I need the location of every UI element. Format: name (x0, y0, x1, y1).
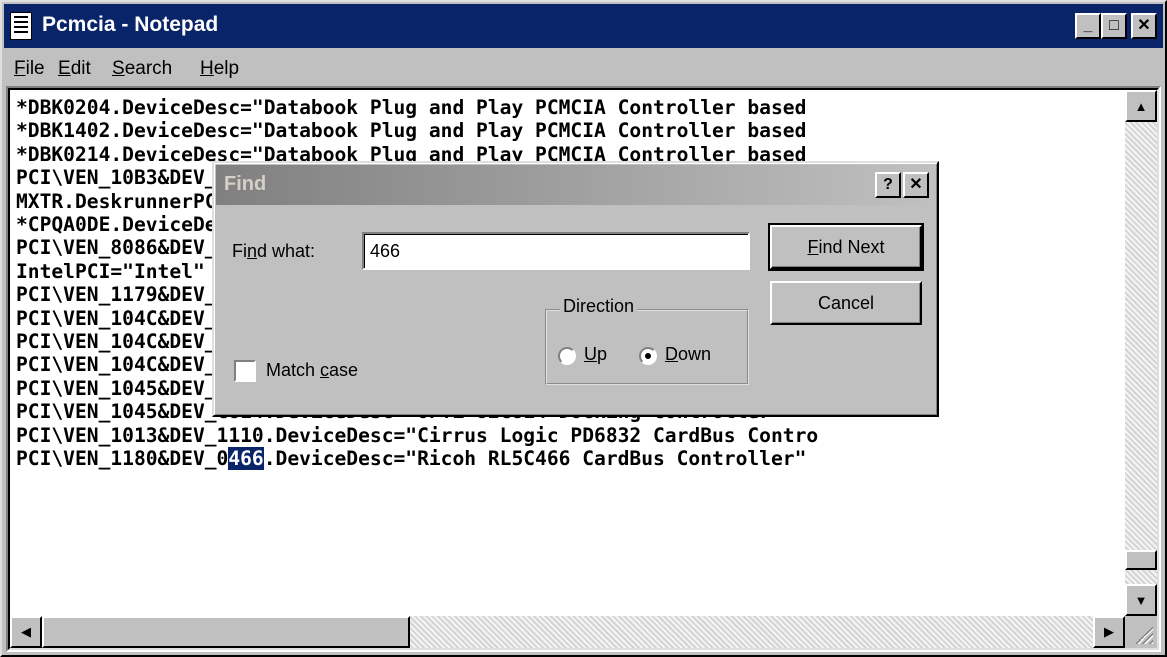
arrow-left-icon: ◀ (21, 624, 31, 639)
menu-edit-accel: E (58, 58, 71, 79)
maximize-icon: □ (1109, 17, 1119, 34)
text-before-selection: PCI\VEN_1180&DEV_0 (16, 447, 229, 471)
notepad-icon[interactable] (10, 12, 32, 40)
menu-bar: File Edit Search Help (4, 50, 1163, 86)
scroll-right-button[interactable]: ▶ (1093, 616, 1125, 648)
find-what-input[interactable]: 466 (362, 232, 750, 270)
match-case-prefix: Match (266, 360, 321, 380)
menu-search-label: earch (124, 58, 173, 79)
text-line-current[interactable]: PCI\VEN_1180&DEV_0466.DeviceDesc="Ricoh … (16, 447, 1131, 471)
help-button[interactable]: ? (875, 172, 901, 198)
direction-up-rest: p (597, 344, 608, 364)
text-line[interactable]: PCI\VEN_1013&DEV_1110.DeviceDesc="Cirrus… (16, 424, 1131, 447)
match-case-label[interactable]: Match case (266, 360, 358, 381)
menu-edit[interactable]: Edit (58, 58, 91, 80)
find-dialog: Find ? ✕ Find what: 466 Find Next Cancel… (212, 161, 939, 417)
close-icon: ✕ (909, 176, 923, 193)
size-grip[interactable] (1125, 616, 1157, 648)
menu-file[interactable]: File (14, 58, 45, 80)
menu-file-label: ile (25, 58, 45, 79)
match-case-checkbox[interactable] (234, 360, 256, 382)
text-line[interactable]: *DBK0204.DeviceDesc="Databook Plug and P… (16, 96, 1131, 119)
scroll-up-button[interactable]: ▲ (1125, 90, 1157, 122)
vertical-scrollbar[interactable]: ▲ ▼ (1125, 90, 1157, 616)
horizontal-scrollbar[interactable]: ◀ ▶ (10, 616, 1125, 648)
find-next-label: ind Next (818, 236, 885, 257)
close-icon: ✕ (1137, 17, 1151, 34)
resize-grip-icon (1133, 624, 1153, 644)
arrow-down-icon: ▼ (1134, 592, 1148, 608)
find-dialog-title: Find (224, 173, 267, 195)
menu-search-accel: S (112, 58, 125, 79)
direction-up-label[interactable]: Up (584, 344, 607, 365)
find-what-label-rest: d what: (257, 241, 316, 261)
find-what-label: Find what: (232, 241, 315, 262)
find-next-button[interactable]: Find Next (768, 223, 924, 271)
text-line[interactable]: *DBK1402.DeviceDesc="Databook Plug and P… (16, 119, 1131, 142)
scroll-left-button[interactable]: ◀ (10, 616, 42, 648)
menu-search[interactable]: Search (112, 58, 172, 80)
match-case-accel: c (320, 360, 330, 380)
vertical-scroll-thumb[interactable] (1125, 550, 1157, 570)
cancel-button[interactable]: Cancel (770, 281, 922, 325)
find-next-accel: F (807, 236, 819, 257)
selected-text: 466 (228, 447, 264, 471)
find-dialog-title-bar[interactable]: Find ? ✕ (216, 165, 935, 205)
arrow-right-icon: ▶ (1104, 624, 1114, 639)
horizontal-scroll-thumb[interactable] (42, 616, 410, 648)
question-icon: ? (883, 176, 893, 193)
minimize-icon: _ (1083, 17, 1093, 34)
direction-down-accel: D (665, 344, 678, 364)
menu-file-accel: F (14, 58, 26, 79)
find-what-label-prefix: Fi (232, 241, 247, 261)
minimize-button[interactable]: _ (1075, 13, 1101, 39)
direction-down-label[interactable]: Down (665, 344, 711, 365)
title-bar[interactable]: Pcmcia - Notepad _ □ ✕ (4, 4, 1163, 48)
arrow-up-icon: ▲ (1134, 98, 1148, 114)
match-case-rest: ase (329, 360, 359, 380)
window-title: Pcmcia - Notepad (42, 13, 219, 36)
direction-down-radio[interactable] (639, 347, 657, 365)
direction-label: Direction (560, 296, 638, 317)
maximize-button[interactable]: □ (1101, 13, 1127, 39)
menu-help-accel: H (200, 58, 214, 79)
menu-help[interactable]: Help (200, 58, 239, 80)
direction-down-rest: own (678, 344, 712, 364)
menu-edit-label: dit (70, 58, 91, 79)
menu-help-label: elp (213, 58, 240, 79)
text-after-selection: .DeviceDesc="Ricoh RL5C466 CardBus Contr… (263, 447, 807, 471)
close-button[interactable]: ✕ (1131, 13, 1157, 39)
find-close-button[interactable]: ✕ (903, 172, 929, 198)
direction-up-radio[interactable] (558, 347, 576, 365)
scroll-down-button[interactable]: ▼ (1125, 584, 1157, 616)
find-what-label-accel: n (247, 241, 258, 261)
direction-up-accel: U (584, 344, 597, 364)
